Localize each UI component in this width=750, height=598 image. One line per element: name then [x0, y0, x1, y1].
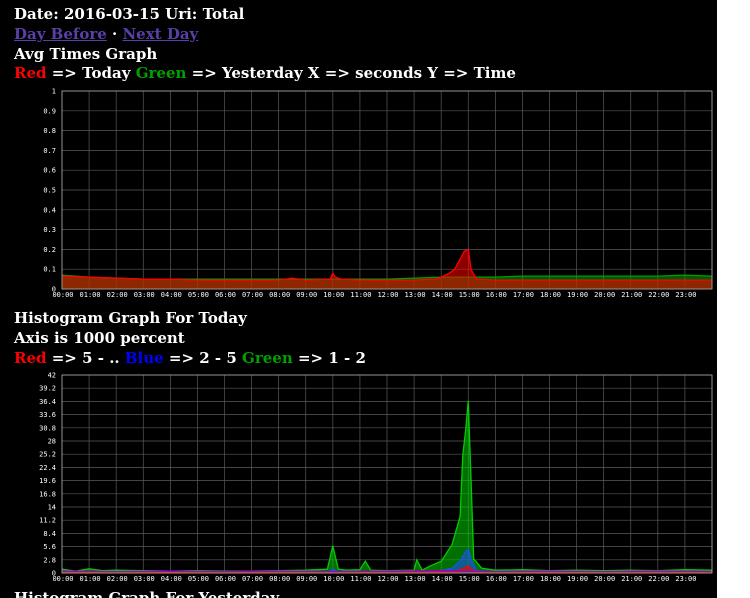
hist-legend-segment-0: Red [14, 349, 47, 367]
day-before-link[interactable]: Day Before [14, 25, 107, 43]
avg-ytick-1: 0.1 [43, 266, 56, 274]
hist-xtick-5: 05:00 [188, 575, 209, 583]
avg-graph-legend: Red => Today Green => Yesterday X => sec… [14, 63, 516, 83]
avg-xtick-21: 21:00 [621, 291, 642, 299]
hist-legend-segment-4: Green [242, 349, 293, 367]
hist-xtick-11: 11:00 [350, 575, 371, 583]
avg-xtick-15: 15:00 [459, 291, 480, 299]
avg-ytick-9: 0.9 [43, 107, 56, 115]
hist-xtick-20: 20:00 [594, 575, 615, 583]
hist-ytick-2: 5.6 [43, 543, 56, 551]
histogram-axis-note: Axis is 1000 percent [14, 329, 185, 347]
hist-ytick-1: 2.8 [43, 556, 56, 564]
avg-xtick-4: 04:00 [161, 291, 182, 299]
avg-ytick-7: 0.7 [43, 147, 56, 155]
histogram-title: Histogram Graph For Today [14, 309, 247, 327]
avg-ytick-4: 0.4 [43, 206, 56, 214]
hist-xtick-21: 21:00 [621, 575, 642, 583]
hist-ytick-12: 33.6 [39, 411, 56, 419]
hist-ytick-14: 39.2 [39, 385, 56, 393]
avg-xtick-17: 17:00 [513, 291, 534, 299]
hist-xtick-17: 17:00 [513, 575, 534, 583]
avg-ytick-2: 0.2 [43, 246, 56, 254]
avg-times-chart: 00.10.20.30.40.50.60.70.80.9100:00 01:00 0… [43, 88, 713, 299]
avg-legend-segment-3: => Yesterday X => seconds Y => Time [186, 64, 516, 82]
hist-xtick-12: 12:00 [377, 575, 398, 583]
hist-legend-segment-3: => 2 - 5 [163, 349, 243, 367]
hist-xtick-14: 14:00 [432, 575, 453, 583]
avg-ytick-10: 1 [52, 88, 56, 96]
date-line: Date: 2016-03-15 Uri: Total [14, 5, 245, 23]
avg-xtick-22: 22:00 [648, 291, 669, 299]
avg-xtick-19: 19:00 [567, 291, 588, 299]
histogram-chart: 02.85.68.411.21416.819.622.425.22830.833… [39, 372, 713, 583]
avg-legend-segment-1: => Today [46, 64, 136, 82]
avg-ytick-6: 0.6 [43, 167, 56, 175]
hist-xtick-4: 04:00 [161, 575, 182, 583]
next-day-link[interactable]: Next Day [122, 25, 198, 43]
hist-legend-segment-1: => 5 - .. [46, 349, 125, 367]
hist-ytick-7: 19.6 [39, 477, 56, 485]
hist-xtick-22: 22:00 [648, 575, 669, 583]
avg-xtick-6: 06:00 [215, 291, 236, 299]
hist-xtick-13: 13:00 [405, 575, 426, 583]
avg-xtick-11: 11:00 [350, 291, 371, 299]
avg-xtick-5: 05:00 [188, 291, 209, 299]
histogram-yesterday-title: Histogram Graph For Yesterday [14, 589, 280, 598]
avg-xtick-13: 13:00 [405, 291, 426, 299]
hist-ytick-8: 22.4 [39, 464, 56, 472]
hist-ytick-3: 8.4 [43, 530, 56, 538]
hist-xtick-18: 18:00 [540, 575, 561, 583]
hist-ytick-9: 25.2 [39, 451, 56, 459]
hist-ytick-10: 28 [48, 438, 56, 446]
avg-xtick-12: 12:00 [377, 291, 398, 299]
avg-graph-title: Avg Times Graph [14, 45, 158, 63]
avg-ytick-8: 0.8 [43, 127, 56, 135]
avg-xtick-23: 23:00 [675, 291, 696, 299]
avg-xtick-2: 02:00 [107, 291, 128, 299]
hist-xtick-16: 16:00 [486, 575, 507, 583]
avg-ytick-5: 0.5 [43, 187, 56, 195]
nav-separator: · [106, 25, 123, 43]
avg-ytick-3: 0.3 [43, 226, 56, 234]
avg-xtick-3: 03:00 [134, 291, 155, 299]
hist-ytick-15: 42 [48, 372, 56, 380]
avg-xtick-20: 20:00 [594, 291, 615, 299]
day-nav: Day Before · Next Day [14, 24, 198, 44]
avg-legend-segment-2: Green [135, 64, 187, 82]
hist-xtick-15: 15:00 [459, 575, 480, 583]
hist-ytick-4: 11.2 [39, 517, 56, 525]
avg-xtick-9: 09:00 [296, 291, 317, 299]
hist-ytick-6: 16.8 [39, 490, 56, 498]
hist-xtick-3: 03:00 [134, 575, 155, 583]
hist-xtick-9: 09:00 [296, 575, 317, 583]
hist-xtick-23: 23:00 [675, 575, 696, 583]
hist-xtick-19: 19:00 [567, 575, 588, 583]
avg-xtick-8: 08:00 [269, 291, 290, 299]
avg-xtick-14: 14:00 [432, 291, 453, 299]
hist-legend-segment-2: Blue [124, 349, 164, 367]
hist-xtick-2: 02:00 [107, 575, 128, 583]
page: Date: 2016-03-15 Uri: Total Day Before ·… [0, 0, 717, 598]
avg-xtick-0: 00:00 [52, 291, 73, 299]
avg-xtick-18: 18:00 [540, 291, 561, 299]
hist-xtick-0: 00:00 [52, 575, 73, 583]
hist-ytick-13: 36.4 [39, 398, 56, 406]
hist-xtick-6: 06:00 [215, 575, 236, 583]
histogram-legend: Red => 5 - .. Blue => 2 - 5 Green => 1 -… [14, 348, 366, 368]
hist-xtick-7: 07:00 [242, 575, 263, 583]
hist-xtick-1: 01:00 [80, 575, 101, 583]
avg-xtick-16: 16:00 [486, 291, 507, 299]
hist-ytick-11: 30.8 [39, 424, 56, 432]
hist-legend-segment-5: => 1 - 2 [292, 349, 366, 367]
avg-xtick-10: 10:00 [323, 291, 344, 299]
hist-ytick-5: 14 [48, 504, 56, 512]
hist-xtick-8: 08:00 [269, 575, 290, 583]
hist-xtick-10: 10:00 [323, 575, 344, 583]
avg-xtick-7: 07:00 [242, 291, 263, 299]
avg-xtick-1: 01:00 [80, 291, 101, 299]
avg-legend-segment-0: Red [14, 64, 47, 82]
